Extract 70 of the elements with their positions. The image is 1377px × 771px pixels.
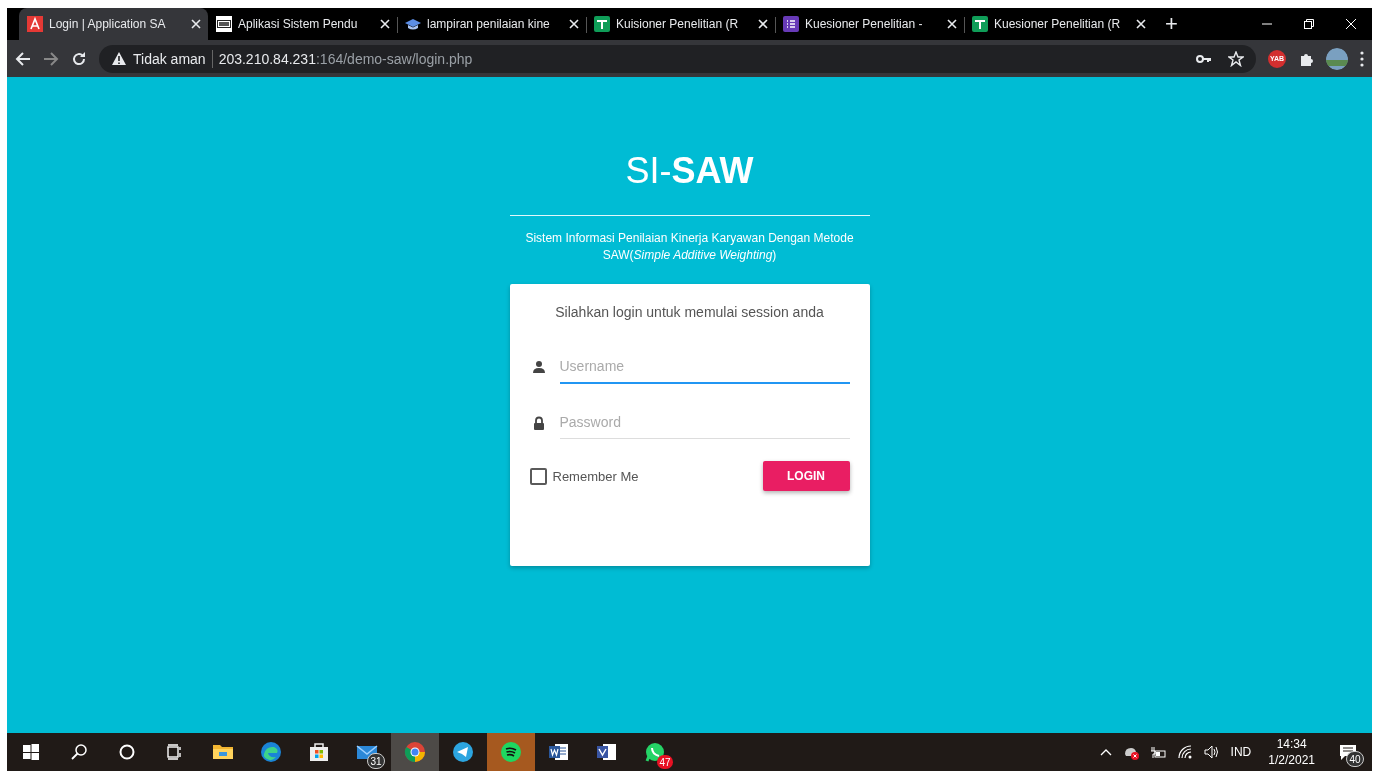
warning-icon xyxy=(111,51,127,66)
sheet-icon xyxy=(594,16,610,32)
count-badge: 40 xyxy=(1346,751,1364,767)
tab-title: Aplikasi Sistem Pendu xyxy=(238,17,359,31)
back-arrow-icon[interactable] xyxy=(15,50,31,67)
remember-label: Remember Me xyxy=(552,468,639,484)
browser-tab[interactable]: Kuesioner Penelitian (R xyxy=(964,8,1153,40)
task-view-icon[interactable] xyxy=(167,744,183,760)
browser-tab[interactable]: Login | Application SA xyxy=(19,8,208,40)
browser-tab[interactable]: Kuesioner Penelitian - xyxy=(775,8,964,40)
tab-title: lampiran penilaian kine xyxy=(427,17,551,31)
avatar-icon[interactable] xyxy=(1326,47,1348,70)
padlock-icon xyxy=(531,415,546,430)
wifi-icon[interactable] xyxy=(1176,744,1193,760)
close-icon[interactable] xyxy=(190,18,202,30)
tab-title: Kuesioner Penelitian - xyxy=(805,17,924,31)
security-label: Tidak aman xyxy=(133,50,206,67)
close-icon[interactable] xyxy=(946,18,958,30)
login-heading: Silahkan login untuk memulai session anda xyxy=(554,304,825,320)
restore-icon[interactable] xyxy=(1304,19,1314,29)
language-indicator[interactable]: IND xyxy=(1230,745,1252,759)
letter-a-icon xyxy=(27,16,43,32)
taskbar-app[interactable]: 47 xyxy=(631,733,679,771)
graduation-cap-icon xyxy=(405,16,421,32)
new-tab-button[interactable]: + xyxy=(1165,13,1178,35)
document-w-icon xyxy=(548,741,570,763)
sound-waves-icon xyxy=(500,741,522,763)
pkp-logo-icon xyxy=(216,16,232,32)
url-host: 203.210.84.231 xyxy=(218,50,316,67)
swirl-logo-icon xyxy=(260,741,282,763)
browser-tab[interactable]: Kuisioner Penelitian (R xyxy=(586,8,775,40)
forward-arrow-icon[interactable] xyxy=(43,50,59,67)
tab-title: Kuesioner Penelitian (R xyxy=(994,17,1122,31)
document-v-icon xyxy=(596,741,618,763)
clock[interactable]: 14:34 1/2/2021 xyxy=(1268,736,1315,768)
address-bar[interactable]: Tidak aman 203.210.84.231:164/demo-saw/login.php xyxy=(99,44,1256,73)
app-title: SI-SAW xyxy=(625,149,754,193)
close-icon[interactable] xyxy=(568,18,580,30)
close-icon[interactable] xyxy=(1135,18,1147,30)
count-badge: 47 xyxy=(657,755,673,769)
shopping-bag-icon xyxy=(308,741,330,763)
date-text: 1/2/2021 xyxy=(1268,752,1315,768)
paper-plane-icon xyxy=(452,741,474,763)
person-icon xyxy=(531,360,546,374)
taskbar-app[interactable]: 31 xyxy=(343,733,391,771)
sheet-icon xyxy=(972,16,988,32)
close-icon[interactable] xyxy=(757,18,769,30)
time-text: 14:34 xyxy=(1276,736,1307,752)
remember-checkbox[interactable] xyxy=(529,467,547,485)
app-subtitle: Sistem Informasi Penilaian Kinerja Karyawan Dengan Metode SAW(Simple Additive Weighting) xyxy=(524,230,855,264)
circle-icon[interactable] xyxy=(119,744,135,760)
close-icon[interactable] xyxy=(379,18,391,30)
tab-title: Kuisioner Penelitian (R xyxy=(616,17,740,31)
search-icon[interactable] xyxy=(71,744,87,760)
windows-logo-icon[interactable] xyxy=(23,744,39,760)
login-button[interactable]: LOGIN xyxy=(762,461,850,491)
list-icon xyxy=(783,16,799,32)
count-badge: 31 xyxy=(367,753,385,769)
browser-tab[interactable]: lampiran penilaian kine xyxy=(397,8,586,40)
speaker-icon[interactable] xyxy=(1203,744,1220,760)
battery-plug-icon[interactable] xyxy=(1149,745,1166,759)
url-path: :164/demo-saw/login.php xyxy=(315,50,473,67)
more-menu-icon[interactable] xyxy=(1360,50,1364,67)
chevron-up-icon[interactable] xyxy=(1099,747,1112,757)
key-icon[interactable] xyxy=(1196,52,1212,65)
chrome-logo-icon xyxy=(404,741,426,763)
tab-title: Login | Application SA xyxy=(49,17,167,31)
browser-tab[interactable]: Aplikasi Sistem Pendu xyxy=(208,8,397,40)
reload-icon[interactable] xyxy=(71,50,87,67)
star-icon[interactable] xyxy=(1228,50,1244,67)
